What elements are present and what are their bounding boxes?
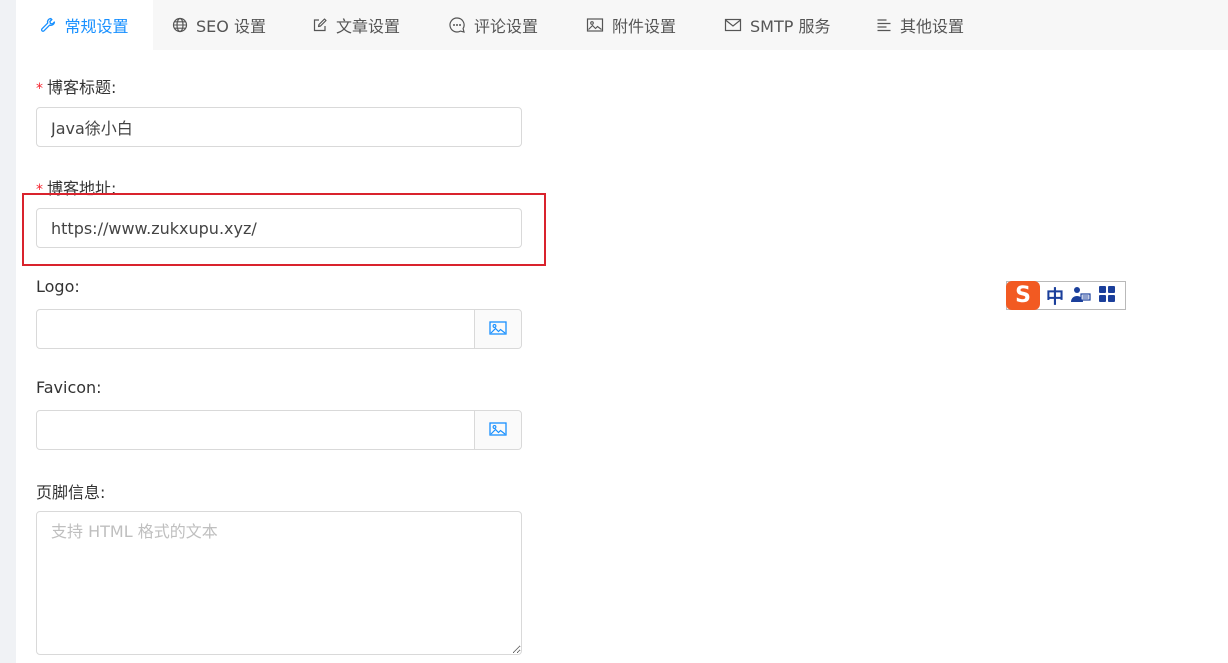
footer-textarea[interactable] [36,511,522,655]
blog-title-label: * 博客标题: [36,78,117,97]
sogou-logo-icon: S [1006,280,1040,310]
picture-icon [489,320,507,339]
comment-icon [448,16,466,34]
edit-icon [312,17,328,33]
favicon-input[interactable] [37,411,474,449]
blog-title-input[interactable] [36,107,522,147]
logo-input-group [36,309,522,349]
highlight-box [22,193,546,266]
logo-label: Logo: [36,277,80,296]
mail-icon [724,17,742,33]
tab-attachment[interactable]: 附件设置 [586,0,676,50]
ime-toolbar[interactable]: S 中 [1006,280,1126,310]
logo-picker-button[interactable] [474,310,521,348]
tab-other[interactable]: 其他设置 [876,0,964,50]
picture-icon [489,421,507,440]
tab-smtp[interactable]: SMTP 服务 [724,0,830,50]
tab-comment[interactable]: 评论设置 [448,0,538,50]
favicon-picker-button[interactable] [474,411,521,449]
globe-icon [172,17,188,33]
tab-label: 附件设置 [612,17,677,36]
tab-label: 文章设置 [336,17,401,36]
tab-general[interactable]: 常规设置 [16,0,153,50]
tab-label: 评论设置 [474,17,539,36]
settings-tabs: 常规设置 SEO 设置 文章设置 评论设置 附件设置 SMTP 服务 其他设置 [16,0,1228,50]
align-left-icon [876,17,892,33]
tab-label: SMTP 服务 [750,17,831,36]
user-icon[interactable] [1070,285,1092,307]
footer-label: 页脚信息: [36,483,106,502]
wrench-icon [40,17,56,33]
tab-label: 常规设置 [64,17,129,36]
logo-input[interactable] [37,310,474,348]
tab-post[interactable]: 文章设置 [312,0,400,50]
tab-seo[interactable]: SEO 设置 [172,0,266,50]
picture-icon [586,17,604,33]
required-mark: * [36,81,43,97]
settings-card: 常规设置 SEO 设置 文章设置 评论设置 附件设置 SMTP 服务 其他设置 … [16,0,1228,663]
favicon-input-group [36,410,522,450]
grid-menu-icon[interactable] [1098,285,1116,307]
tab-label: SEO 设置 [196,17,266,36]
ime-mode[interactable]: 中 [1046,283,1064,309]
tab-label: 其他设置 [900,17,965,36]
favicon-label: Favicon: [36,378,102,397]
